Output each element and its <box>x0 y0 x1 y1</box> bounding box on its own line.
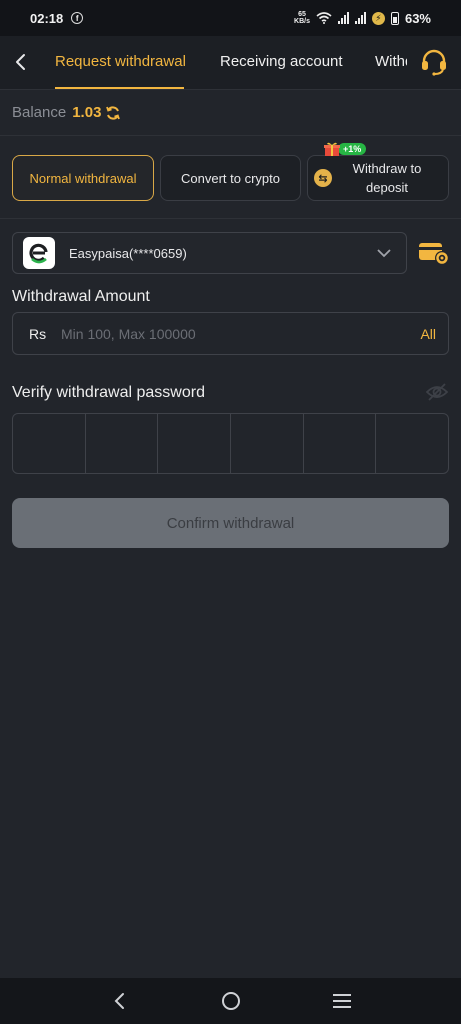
tab-withdrawal-record[interactable]: Withdrawal record <box>375 53 407 70</box>
system-home-button[interactable] <box>219 989 243 1013</box>
withdrawal-amount-label: Withdrawal Amount <box>12 288 150 305</box>
withdraw-to-deposit-label: Withdraw to deposit <box>352 161 422 195</box>
tab-receiving-account[interactable]: Receiving account <box>220 53 343 70</box>
card-settings-icon[interactable] <box>418 239 450 267</box>
easypaisa-logo <box>23 237 55 269</box>
balance-label: Balance <box>12 104 67 121</box>
customer-support-icon[interactable] <box>419 48 449 76</box>
confirm-withdrawal-button[interactable]: Confirm withdrawal <box>12 498 449 548</box>
balance-value: 1.03 <box>72 104 102 121</box>
swap-icon: ⇆ <box>314 169 332 187</box>
tab-request-withdrawal[interactable]: Request withdrawal <box>55 53 186 70</box>
section-divider <box>0 218 461 219</box>
easypaisa-logo-icon <box>29 243 48 264</box>
signal-icon-2 <box>354 12 366 24</box>
normal-withdrawal-button[interactable]: Normal withdrawal <box>12 155 154 201</box>
signal-icon-1 <box>337 12 349 24</box>
top-navigation: Request withdrawal Receiving account Wit… <box>0 36 461 90</box>
bonus-percent: +1% <box>338 143 367 155</box>
back-icon[interactable] <box>12 51 32 73</box>
amount-input[interactable] <box>61 325 421 342</box>
balance-row: Balance 1.03 <box>0 90 461 136</box>
battery-percent: 63% <box>404 10 431 26</box>
eye-off-icon[interactable] <box>426 382 448 402</box>
confirm-withdrawal-label: Confirm withdrawal <box>166 514 295 532</box>
gift-icon <box>324 142 340 156</box>
system-navigation-bar <box>0 978 461 1024</box>
password-input[interactable] <box>12 413 449 474</box>
convert-to-crypto-label: Convert to crypto <box>181 170 280 186</box>
system-back-button[interactable] <box>108 989 132 1013</box>
deposit-bonus-badge: +1% <box>324 141 367 157</box>
currency-label: Rs <box>29 325 47 342</box>
system-recents-button[interactable] <box>330 989 354 1013</box>
amount-field: Rs All <box>12 312 449 355</box>
net-speed: 65 KB/s <box>294 11 310 25</box>
facebook-icon: f <box>71 12 84 24</box>
verify-password-label: Verify withdrawal password <box>12 384 205 401</box>
password-digit-3[interactable] <box>158 414 232 473</box>
normal-withdrawal-label: Normal withdrawal <box>29 170 137 186</box>
system-recents-icon <box>332 994 351 1008</box>
selected-account-label: Easypaisa(****0659) <box>69 245 187 261</box>
status-bar: 02:18 f 65 KB/s ⚡ 63% <box>0 0 461 36</box>
charging-icon: ⚡ <box>371 11 385 25</box>
password-digit-2[interactable] <box>86 414 159 473</box>
password-digit-5[interactable] <box>304 414 377 473</box>
account-dropdown[interactable]: Easypaisa(****0659) <box>12 232 407 274</box>
battery-icon <box>390 11 399 25</box>
password-digit-6[interactable] <box>376 414 448 473</box>
system-back-icon <box>114 993 124 1009</box>
status-icons: 65 KB/s ⚡ 63% <box>294 11 431 26</box>
password-digit-4[interactable] <box>231 414 304 473</box>
password-digit-1[interactable] <box>13 414 86 473</box>
refresh-icon[interactable] <box>105 105 121 121</box>
convert-to-crypto-button[interactable]: Convert to crypto <box>160 155 301 201</box>
withdraw-to-deposit-button[interactable]: ⇆ Withdraw to deposit <box>307 155 449 201</box>
active-tab-indicator <box>55 87 184 89</box>
wifi-icon <box>316 12 332 24</box>
system-home-icon <box>221 992 240 1010</box>
status-time: 02:18 <box>30 10 64 26</box>
all-amount-button[interactable]: All <box>420 326 436 342</box>
tab-withdrawal-record-clip: Withdrawal record <box>375 53 407 71</box>
chevron-down-icon <box>377 249 391 258</box>
